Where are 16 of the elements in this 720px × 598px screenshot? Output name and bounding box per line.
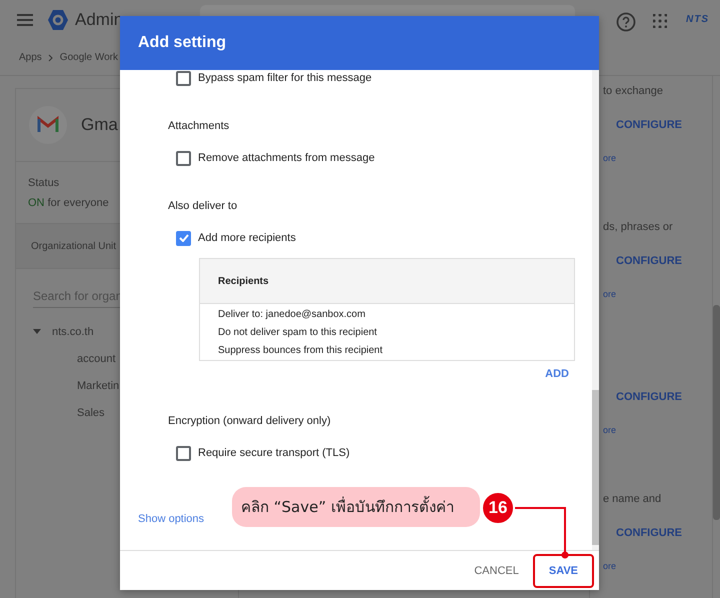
table-header: Recipients [200, 259, 574, 304]
section-heading: Attachments [168, 119, 230, 134]
section-heading: Also deliver to [168, 199, 238, 214]
dialog-title: Add setting [120, 16, 599, 70]
brand-logo: NTS [686, 14, 709, 25]
app-name: Gma [81, 115, 118, 135]
setting-description: to exchange [602, 85, 664, 99]
status-text: ON for everyone [28, 196, 109, 208]
section-heading: Encryption (onward delivery only) [168, 414, 332, 429]
callout-label: คลิก “Save” เพื่อบันทึกการตั้งค่า [232, 487, 480, 527]
status-label: Status [28, 176, 60, 188]
checkbox-label: Require secure transport (TLS) [198, 447, 350, 459]
setting-description: ds, phrases or [602, 221, 674, 235]
checkbox-label: Bypass spam filter for this message [198, 72, 372, 84]
setting-description: e name and [602, 493, 662, 507]
checkbox-label: Remove attachments from message [198, 152, 375, 164]
